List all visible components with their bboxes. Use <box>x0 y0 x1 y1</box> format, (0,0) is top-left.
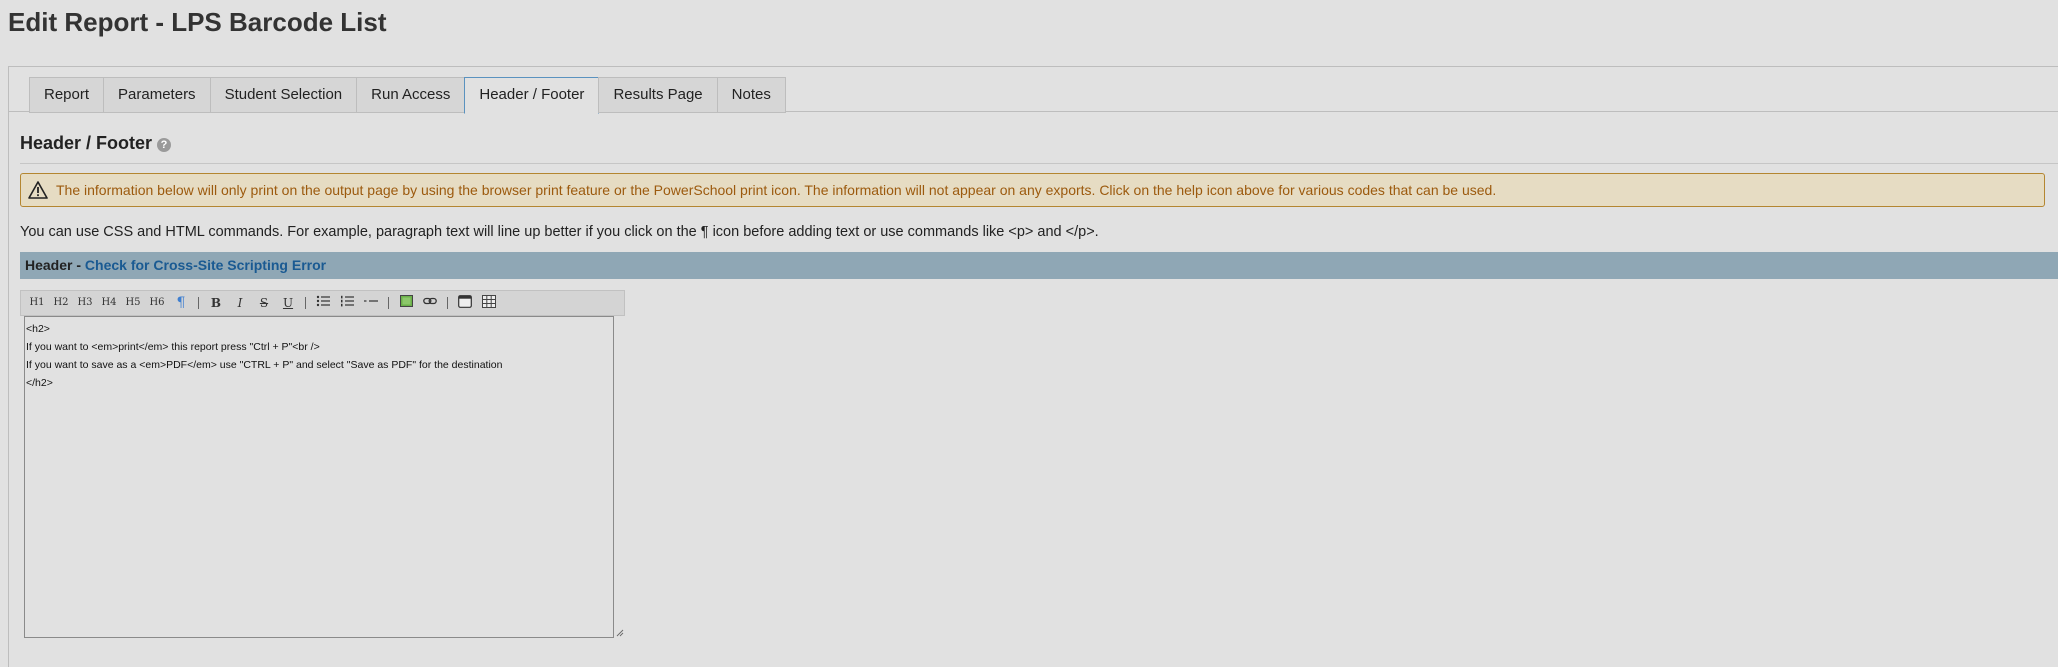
definition-list-icon <box>364 300 378 302</box>
header-html-textarea[interactable]: <h2> If you want to <em>print</em> this … <box>24 316 614 638</box>
fullscreen-button[interactable] <box>456 293 474 313</box>
h5-button[interactable]: H5 <box>124 293 142 313</box>
toolbar-separator <box>388 297 389 309</box>
toolbar-separator <box>305 297 306 309</box>
warning-text: The information below will only print on… <box>56 182 1497 198</box>
tab-run-access[interactable]: Run Access <box>356 77 466 113</box>
h2-button[interactable]: H2 <box>52 293 70 313</box>
header-section-bar: Header - Check for Cross-Site Scripting … <box>20 252 2058 279</box>
paragraph-button[interactable]: ¶ <box>172 293 190 313</box>
tab-results-page[interactable]: Results Page <box>598 77 718 113</box>
bullet-list-icon <box>316 295 330 307</box>
h3-button[interactable]: H3 <box>76 293 94 313</box>
bullet-list-button[interactable] <box>314 293 332 313</box>
info-text: You can use CSS and HTML commands. For e… <box>20 224 1099 240</box>
tab-student-selection[interactable]: Student Selection <box>209 77 358 113</box>
image-button[interactable] <box>397 293 415 313</box>
warning-box: The information below will only print on… <box>20 173 2045 207</box>
link-icon <box>423 297 437 305</box>
strikethrough-button[interactable]: S <box>255 293 273 313</box>
bold-button[interactable]: B <box>207 293 225 313</box>
definition-list-button[interactable] <box>362 293 380 313</box>
toolbar-separator <box>447 297 448 309</box>
section-heading-text: Header / Footer <box>20 133 153 153</box>
heading-divider <box>20 163 2058 164</box>
toolbar-separator <box>198 297 199 309</box>
section-heading: Header / Footer ? <box>20 133 172 154</box>
header-label: Header - <box>25 257 85 273</box>
link-button[interactable] <box>421 293 439 313</box>
image-icon <box>399 295 413 307</box>
window-icon <box>458 295 472 308</box>
xss-check-link[interactable]: Check for Cross-Site Scripting Error <box>85 257 326 273</box>
editor-toolbar: H1 H2 H3 H4 H5 H6 ¶ B I S U <box>20 290 625 316</box>
resize-handle-icon[interactable] <box>616 629 624 637</box>
underline-button[interactable]: U <box>279 293 297 313</box>
header-editor: H1 H2 H3 H4 H5 H6 ¶ B I S U <h2> If you … <box>20 290 625 638</box>
tab-header-footer[interactable]: Header / Footer <box>464 77 600 114</box>
numbered-list-button[interactable] <box>338 293 356 313</box>
tab-notes[interactable]: Notes <box>716 77 786 113</box>
tab-parameters[interactable]: Parameters <box>103 77 211 113</box>
warning-icon <box>28 181 48 199</box>
page-title: Edit Report - LPS Barcode List <box>8 7 387 37</box>
italic-button[interactable]: I <box>231 293 249 313</box>
numbered-list-icon <box>341 295 354 307</box>
table-icon <box>482 295 496 308</box>
tab-bar: Report Parameters Student Selection Run … <box>29 77 786 114</box>
h1-button[interactable]: H1 <box>28 293 46 313</box>
h4-button[interactable]: H4 <box>100 293 118 313</box>
table-button[interactable] <box>480 293 498 313</box>
h6-button[interactable]: H6 <box>148 293 166 313</box>
report-panel: Report Parameters Student Selection Run … <box>8 66 2058 667</box>
help-icon[interactable]: ? <box>157 137 172 152</box>
tab-report[interactable]: Report <box>29 77 105 113</box>
